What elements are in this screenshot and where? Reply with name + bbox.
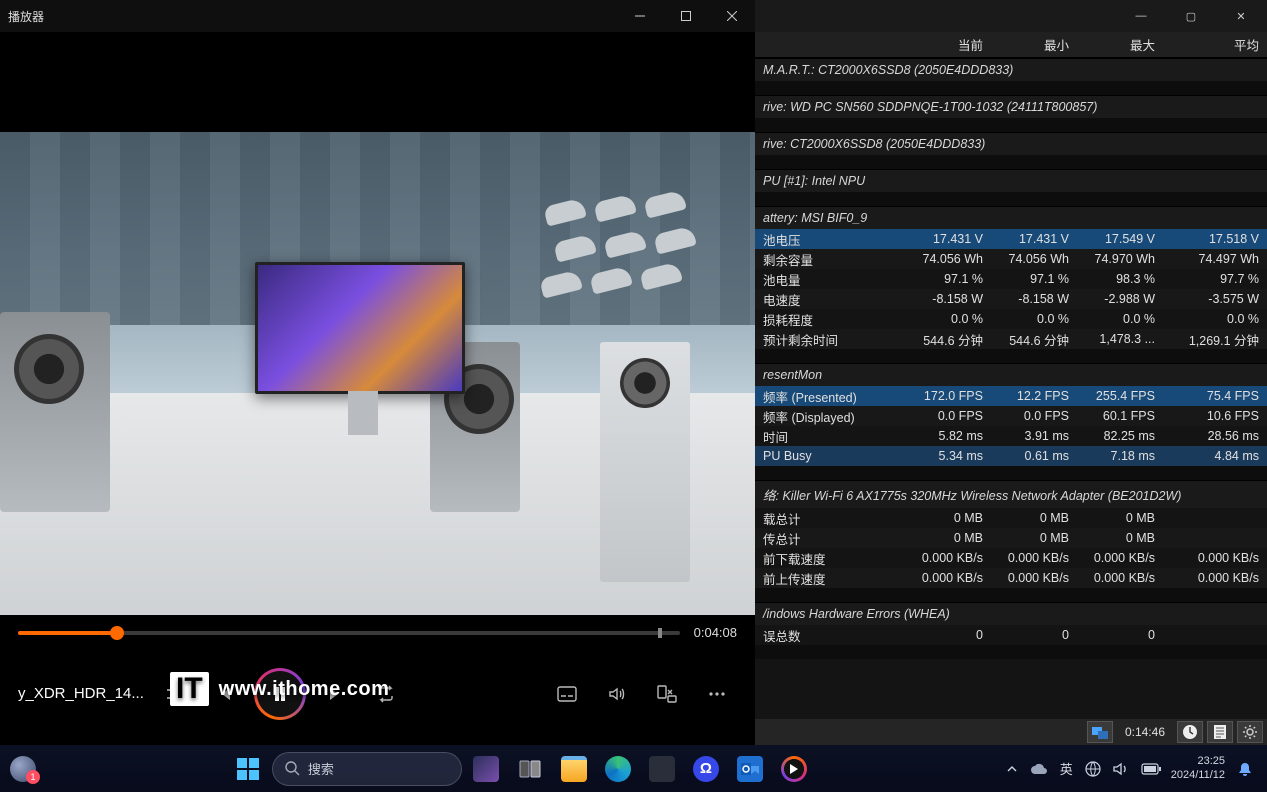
log-icon[interactable]: [1207, 721, 1233, 743]
media-player-window: 播放器 0:04:08 y_XDR_HDR_14...: [0, 0, 755, 745]
sensor-group[interactable]: M.A.R.T.: CT2000X6SSD8 (2050E4DDD833): [755, 58, 1267, 81]
sensor-row[interactable]: 传总计0 MB0 MB0 MB: [755, 528, 1267, 548]
miniplayer-button[interactable]: [647, 674, 687, 714]
video-frame: [0, 132, 755, 615]
volume-button[interactable]: [597, 674, 637, 714]
hwinfo-elapsed: 0:14:46: [1117, 725, 1173, 739]
search-placeholder: 搜索: [308, 759, 334, 778]
col-max: 最大: [1077, 35, 1163, 54]
sensor-row[interactable]: 载总计0 MB0 MB0 MB: [755, 508, 1267, 528]
app-omega[interactable]: Ω: [686, 749, 726, 789]
sensor-row[interactable]: 频率 (Displayed)0.0 FPS0.0 FPS60.1 FPS10.6…: [755, 406, 1267, 426]
watermark: IT www.ithome.com: [170, 672, 389, 706]
notification-button[interactable]: [1235, 759, 1255, 779]
sensor-row[interactable]: PU Busy5.34 ms0.61 ms7.18 ms4.84 ms: [755, 446, 1267, 466]
more-button[interactable]: [697, 674, 737, 714]
sensor-group[interactable]: attery: MSI BIF0_9: [755, 206, 1267, 229]
clock-date: 2024/11/12: [1171, 769, 1225, 782]
taskbar-search[interactable]: 搜索: [272, 752, 462, 786]
app-store[interactable]: [642, 749, 682, 789]
sensor-group[interactable]: rive: WD PC SN560 SDDPNQE-1T00-1032 (241…: [755, 95, 1267, 118]
col-current: 当前: [905, 35, 991, 54]
minimize-button[interactable]: —: [1119, 2, 1163, 30]
watermark-url: www.ithome.com: [219, 678, 390, 701]
player-minimize-button[interactable]: [617, 0, 663, 32]
sensor-row[interactable]: 电速度-8.158 W-8.158 W-2.988 W-3.575 W: [755, 289, 1267, 309]
sensor-row[interactable]: 时间5.82 ms3.91 ms82.25 ms28.56 ms: [755, 426, 1267, 446]
col-min: 最小: [991, 35, 1077, 54]
network-icon[interactable]: [1087, 721, 1113, 743]
tray-volume-icon[interactable]: [1113, 762, 1129, 776]
player-close-button[interactable]: [709, 0, 755, 32]
weather-icon: 1: [10, 756, 36, 782]
decor-tower-speaker: [600, 342, 690, 582]
decor-sneaker-wall: [535, 192, 735, 332]
app-explorer[interactable]: [554, 749, 594, 789]
windows-logo-icon: [237, 758, 259, 780]
player-maximize-button[interactable]: [663, 0, 709, 32]
decor-monitor: [255, 262, 465, 394]
sensor-group[interactable]: /indows Hardware Errors (WHEA): [755, 602, 1267, 625]
watermark-logo: IT: [170, 672, 209, 706]
app-outlook[interactable]: [730, 749, 770, 789]
system-tray[interactable]: 英: [1006, 759, 1161, 778]
hwinfo-header-row: 当前 最小 最大 平均: [755, 32, 1267, 58]
hwinfo-statusbar: 0:14:46: [755, 719, 1267, 745]
sensor-row[interactable]: 剩余容量74.056 Wh74.056 Wh74.970 Wh74.497 Wh: [755, 249, 1267, 269]
sensor-row[interactable]: 池电压17.431 V17.431 V17.549 V17.518 V: [755, 229, 1267, 249]
app-mediaplayer[interactable]: [774, 749, 814, 789]
sensor-group[interactable]: 络: Killer Wi-Fi 6 AX1775s 320MHz Wireles…: [755, 480, 1267, 508]
taskbar-clock[interactable]: 23:25 2024/11/12: [1171, 755, 1225, 781]
sensor-group[interactable]: PU [#1]: Intel NPU: [755, 169, 1267, 192]
tray-battery-icon[interactable]: [1141, 763, 1161, 775]
tray-chevron-icon[interactable]: [1006, 763, 1018, 775]
hwinfo-window: — ▢ ✕ 当前 最小 最大 平均 M.A.R.T.: CT2000X6SSD8…: [755, 0, 1267, 745]
tray-cloud-icon[interactable]: [1030, 762, 1048, 776]
player-titlebar[interactable]: 播放器: [0, 0, 755, 32]
sensor-row[interactable]: 损耗程度0.0 %0.0 %0.0 %0.0 %: [755, 309, 1267, 329]
taskbar-weather[interactable]: 1: [10, 756, 36, 782]
video-viewport[interactable]: [0, 32, 755, 615]
sensor-group[interactable]: resentMon: [755, 363, 1267, 386]
sensor-row[interactable]: 前下载速度0.000 KB/s0.000 KB/s0.000 KB/s0.000…: [755, 548, 1267, 568]
sensor-group[interactable]: rive: CT2000X6SSD8 (2050E4DDD833): [755, 132, 1267, 155]
decor-speaker-left: [0, 312, 110, 512]
ime-indicator[interactable]: 英: [1060, 759, 1073, 778]
player-title: 播放器: [0, 8, 617, 25]
taskbar: 1 搜索 Ω 英 23:25 2024/11/12: [0, 745, 1267, 792]
sensor-row[interactable]: 预计剩余时间544.6 分钟544.6 分钟1,478.3 ...1,269.1…: [755, 329, 1267, 349]
sensor-row[interactable]: 池电量97.1 %97.1 %98.3 %97.7 %: [755, 269, 1267, 289]
app-taskview[interactable]: [510, 749, 550, 789]
clock-icon[interactable]: [1177, 721, 1203, 743]
start-button[interactable]: [228, 749, 268, 789]
search-icon: [285, 761, 300, 776]
close-button[interactable]: ✕: [1219, 2, 1263, 30]
subtitle-button[interactable]: [547, 674, 587, 714]
sensor-row[interactable]: 前上传速度0.000 KB/s0.000 KB/s0.000 KB/s0.000…: [755, 568, 1267, 588]
maximize-button[interactable]: ▢: [1169, 2, 1213, 30]
app-copilot[interactable]: [466, 749, 506, 789]
settings-icon[interactable]: [1237, 721, 1263, 743]
tray-network-icon[interactable]: [1085, 761, 1101, 777]
app-edge[interactable]: [598, 749, 638, 789]
hwinfo-body[interactable]: M.A.R.T.: CT2000X6SSD8 (2050E4DDD833) riv…: [755, 58, 1267, 719]
sensor-row[interactable]: 频率 (Presented)172.0 FPS12.2 FPS255.4 FPS…: [755, 386, 1267, 406]
filename-label: y_XDR_HDR_14...: [18, 685, 144, 702]
col-avg: 平均: [1163, 35, 1267, 54]
timecode: 0:04:08: [694, 625, 737, 640]
seek-bar[interactable]: [18, 631, 680, 635]
sensor-row[interactable]: 误总数000: [755, 625, 1267, 645]
clock-time: 23:25: [1171, 755, 1225, 768]
hwinfo-titlebar[interactable]: — ▢ ✕: [755, 0, 1267, 32]
